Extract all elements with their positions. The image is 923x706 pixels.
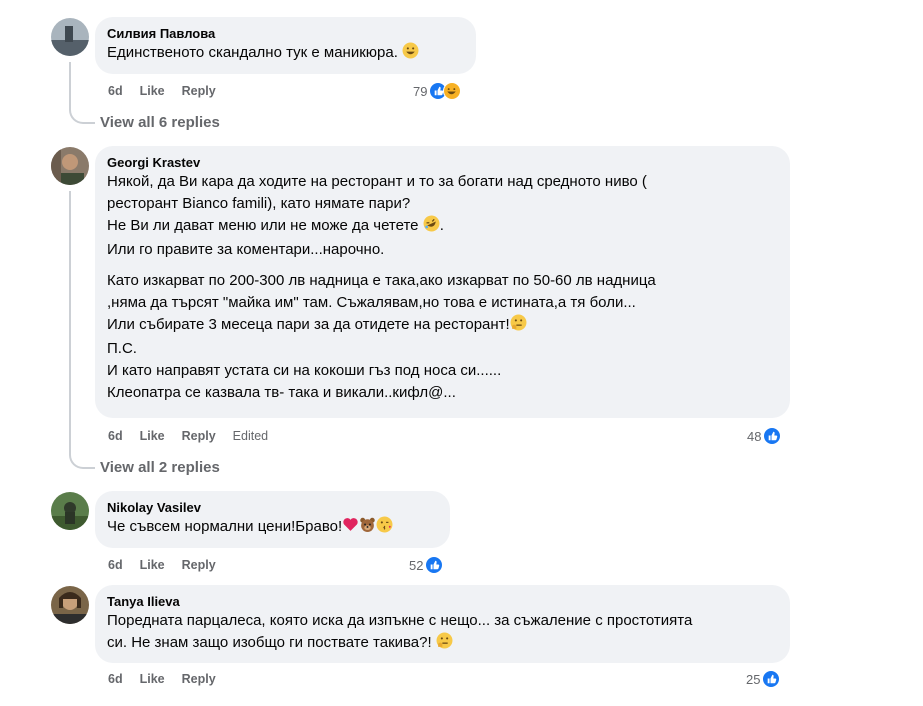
avatar[interactable]	[51, 147, 89, 185]
edited-label[interactable]: Edited	[233, 429, 268, 443]
comment-text-line: Или събирате 3 месеца пари за да отидете…	[107, 314, 778, 338]
like-button[interactable]: Like	[140, 558, 165, 572]
bear-emoji-icon	[359, 516, 376, 540]
avatar[interactable]	[51, 492, 89, 530]
comment-bubble: Силвия Павлова Единственото скандално ту…	[95, 17, 476, 74]
comment-text-line: ресторант Bianco famili), като нямате па…	[107, 195, 411, 212]
comment-text-line: Като изкарват по 200-300 лв надница е та…	[107, 272, 656, 289]
reaction-count-number: 52	[409, 557, 424, 573]
avatar[interactable]	[51, 18, 89, 56]
comment-text-line: Или го правите за коментари...нарочно.	[107, 241, 385, 258]
like-button[interactable]: Like	[140, 84, 165, 98]
comment-text-line: Поредната парцалеса, която иска да изпък…	[107, 612, 693, 629]
comment-author[interactable]: Силвия Павлова	[107, 25, 464, 42]
reaction-count[interactable]: 52	[409, 556, 444, 574]
kissing-emoji-icon	[376, 516, 393, 540]
comment-text-line: Някой, да Ви кара да ходите на ресторант…	[107, 173, 647, 190]
view-replies-link[interactable]: View all 2 replies	[100, 459, 220, 476]
comment-text-line: Не Ви ли дават меню или не може да четет…	[107, 215, 778, 239]
comment-text-line: си. Не знам защо изобщо ги поствате таки…	[107, 632, 778, 656]
reaction-count-number: 48	[747, 428, 762, 444]
reply-button[interactable]: Reply	[182, 558, 216, 572]
comment-actions: 6d Like Reply	[108, 670, 233, 688]
comment-bubble: Tanya Ilieva Поредната парцалеса, която …	[95, 585, 790, 663]
comment-author[interactable]: Georgi Krastev	[107, 154, 778, 171]
like-button[interactable]: Like	[140, 429, 165, 443]
like-icon	[425, 556, 444, 574]
haha-icon	[443, 82, 462, 100]
comment-text-line: П.С.	[107, 340, 137, 357]
comment-actions: 6d Like Reply	[108, 82, 233, 100]
thread-line	[69, 191, 95, 469]
reply-button[interactable]: Reply	[182, 672, 216, 686]
reaction-count-number: 25	[746, 671, 761, 687]
thread-line	[69, 62, 95, 124]
avatar[interactable]	[51, 586, 89, 624]
comment-text-line: ,няма да търсят "майка им" там. Съжалява…	[107, 294, 636, 311]
reaction-count[interactable]: 25	[746, 670, 781, 688]
reaction-count-number: 79	[413, 83, 428, 99]
thinking-emoji-icon	[510, 314, 527, 338]
comment-actions: 6d Like Reply	[108, 556, 233, 574]
reply-button[interactable]: Reply	[182, 84, 216, 98]
comment-timestamp[interactable]: 6d	[108, 672, 123, 686]
comment-timestamp[interactable]: 6d	[108, 84, 123, 98]
comment-text: Единственото скандално тук е маникюра.	[107, 42, 464, 66]
like-icon	[763, 427, 782, 445]
grinning-emoji-icon	[402, 42, 419, 66]
like-icon	[762, 670, 781, 688]
comment-text-line: Клеопатра се казвала тв- така и викали..…	[107, 384, 456, 401]
comment-actions: 6d Like Reply Edited	[108, 427, 285, 445]
reply-button[interactable]: Reply	[182, 429, 216, 443]
comment-bubble: Nikolay Vasilev Че съвсем нормални цени!…	[95, 491, 450, 548]
reaction-count[interactable]: 79	[413, 82, 462, 100]
rofl-emoji-icon	[423, 215, 440, 239]
comment-author[interactable]: Tanya Ilieva	[107, 593, 778, 610]
reaction-count[interactable]: 48	[747, 427, 782, 445]
thinking-emoji-icon	[436, 632, 453, 656]
view-replies-link[interactable]: View all 6 replies	[100, 114, 220, 131]
comment-text: Че съвсем нормални цени!Браво!	[107, 516, 438, 540]
comment-bubble: Georgi Krastev Някой, да Ви кара да ходи…	[95, 146, 790, 418]
comment-author[interactable]: Nikolay Vasilev	[107, 499, 438, 516]
comment-text-line: И като направят устата си на кокоши гъз …	[107, 362, 502, 379]
red-heart-emoji-icon	[342, 516, 359, 540]
comment-timestamp[interactable]: 6d	[108, 429, 123, 443]
like-button[interactable]: Like	[140, 672, 165, 686]
comment-timestamp[interactable]: 6d	[108, 558, 123, 572]
